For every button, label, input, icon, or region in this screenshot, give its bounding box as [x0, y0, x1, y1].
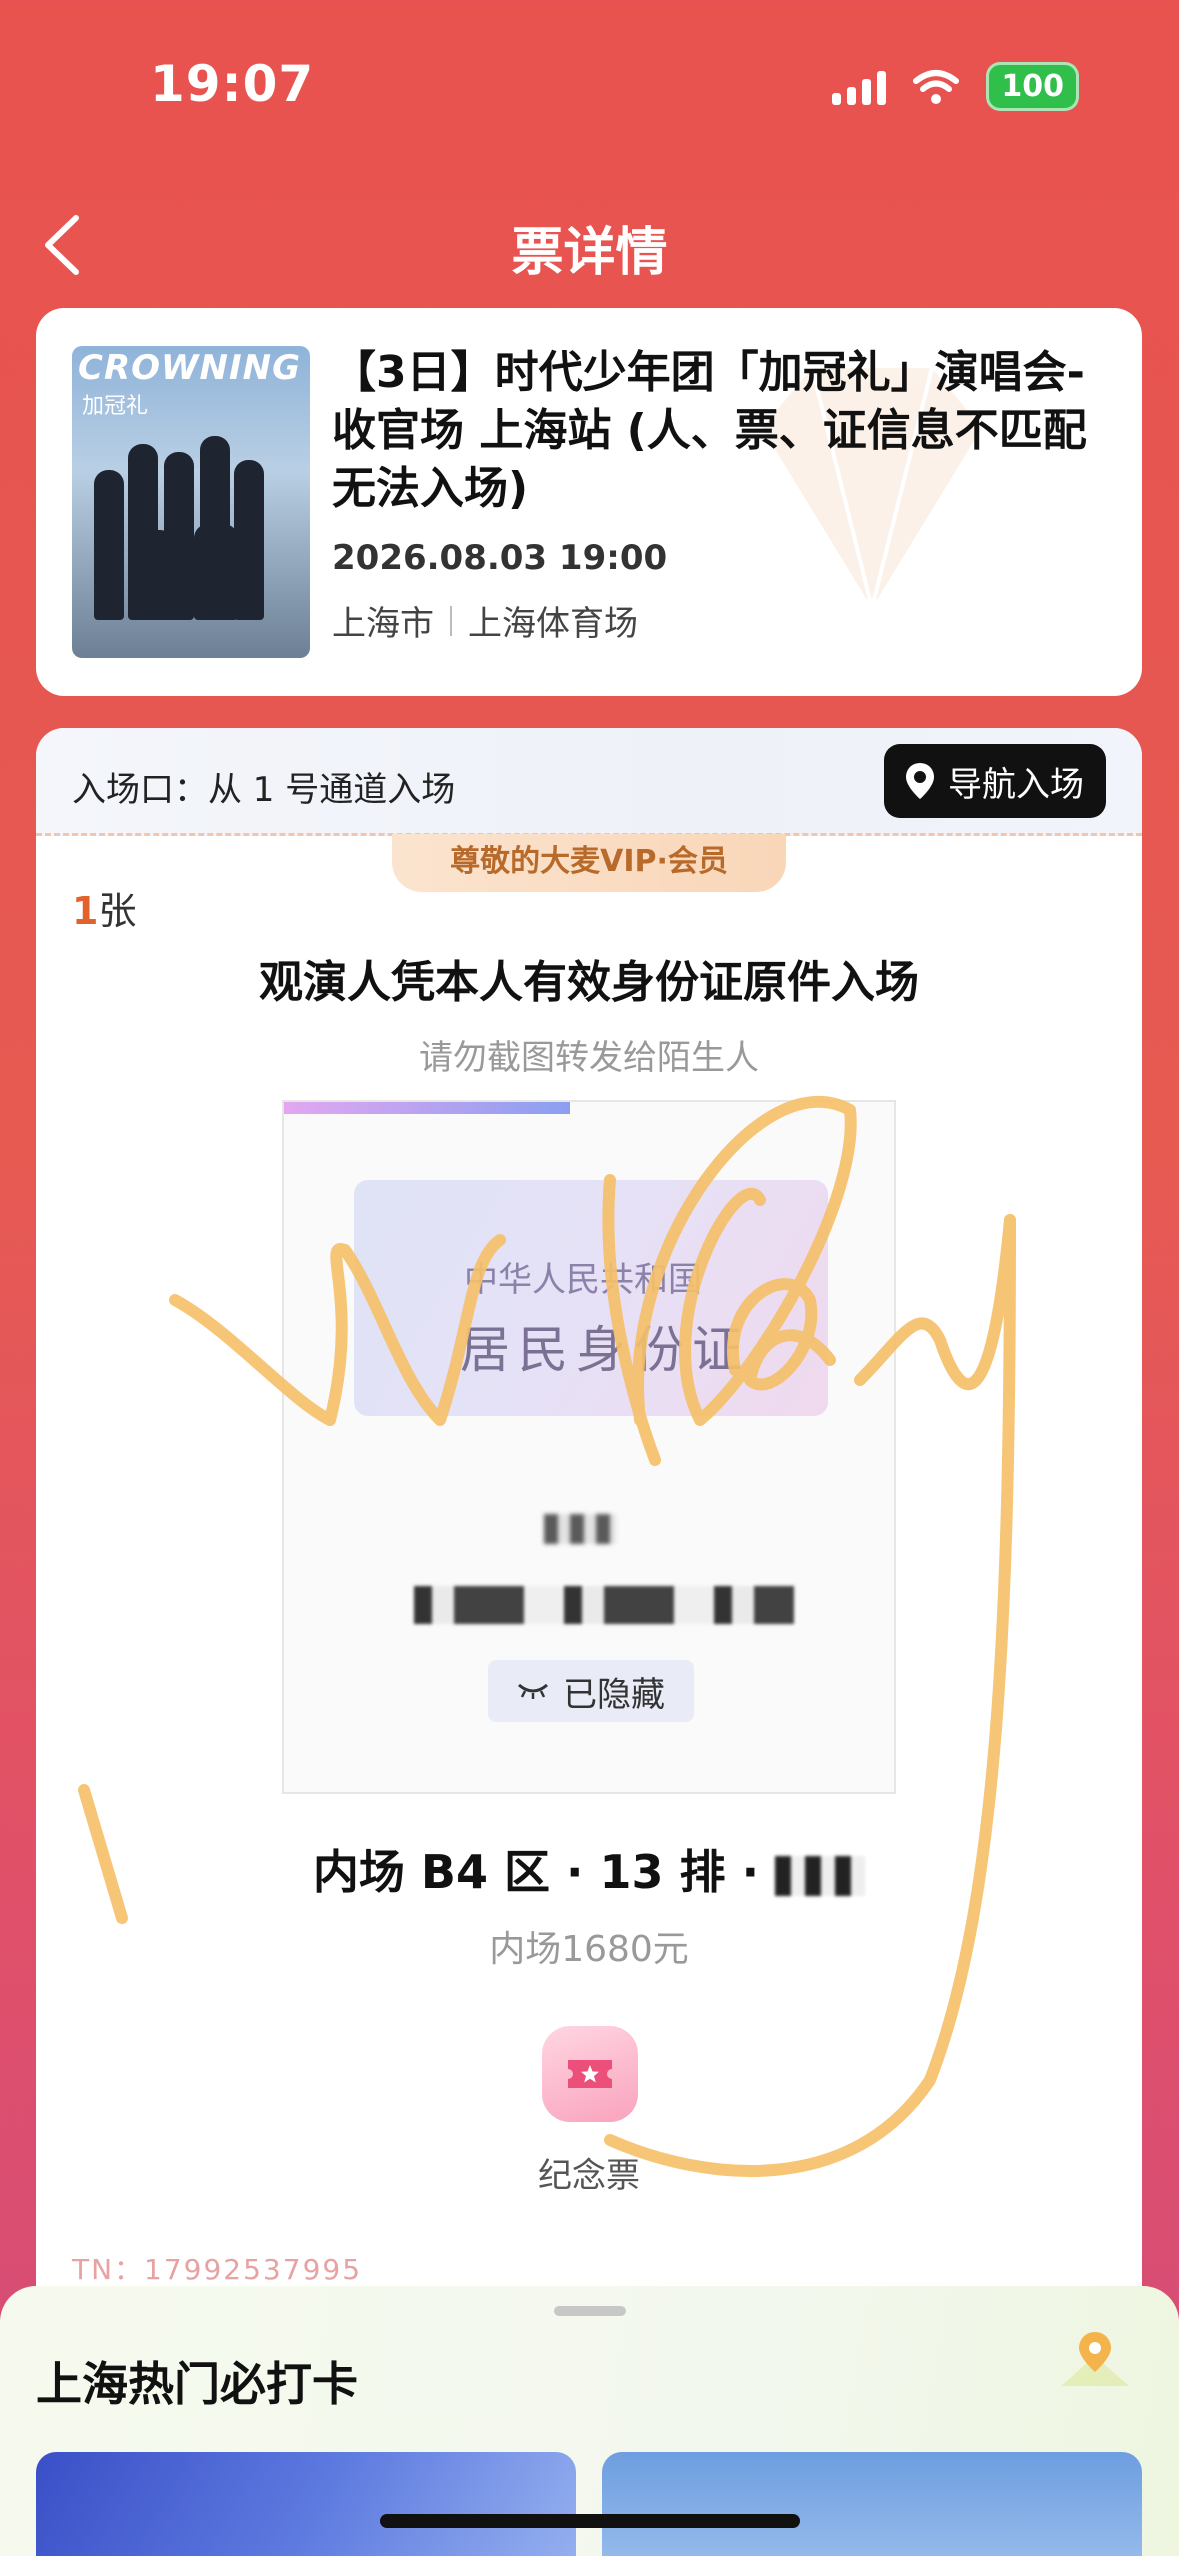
id-card-country: 中华人民共和国	[464, 1260, 702, 1300]
event-venue: 上海市 上海体育场	[332, 596, 1122, 645]
event-venue-name: 上海体育场	[468, 604, 638, 644]
ticket-count-unit: 张	[98, 889, 137, 933]
event-info: 【3日】时代少年团「加冠礼」演唱会-收官场 上海站 (人、票、证信息不匹配无法入…	[332, 344, 1122, 645]
seat-text: 内场 B4 区 · 13 排 ·	[312, 1845, 760, 1899]
masked-name	[544, 1514, 616, 1544]
location-pin-icon	[906, 763, 934, 799]
map-pin-decoration-icon	[1061, 2332, 1129, 2386]
entry-notice: 观演人凭本人有效身份证原件入场	[259, 957, 919, 1008]
masked-id-number	[414, 1586, 794, 1624]
navigate-label: 导航入场	[948, 764, 1084, 805]
status-time: 19:07	[150, 55, 315, 113]
sheet-drag-handle[interactable]	[554, 2306, 626, 2316]
ticket-count: 1张	[72, 880, 136, 935]
page-title: 票详情	[511, 223, 668, 283]
id-progress-bar	[284, 1102, 570, 1114]
poster-title: CROWNING	[78, 348, 302, 388]
poster-group-photo	[94, 420, 288, 620]
venue-divider	[450, 605, 452, 636]
id-verification-box: 中华人民共和国 居民身份证 已隐藏	[282, 1100, 896, 1794]
id-card-type: 居民身份证	[460, 1321, 750, 1379]
event-datetime: 2026.08.03 19:00	[332, 538, 668, 578]
battery-indicator: 100	[986, 62, 1079, 111]
wifi-icon	[913, 69, 960, 104]
hidden-label: 已隐藏	[563, 1674, 665, 1715]
event-poster[interactable]: CROWNING 加冠礼	[72, 346, 310, 658]
attraction-card-1[interactable]	[36, 2452, 576, 2556]
status-bar: 19:07 100	[0, 0, 1179, 180]
attraction-card-2[interactable]	[602, 2452, 1142, 2556]
home-indicator[interactable]	[380, 2514, 800, 2528]
souvenir-ticket-label: 纪念票	[538, 2156, 640, 2196]
masked-seat-number	[775, 1855, 866, 1896]
ticket-header: 入场口：从 1 号通道入场 导航入场	[36, 728, 1142, 836]
ticket-price: 内场1680元	[489, 1929, 689, 1970]
event-city: 上海市	[332, 604, 434, 644]
ticket-count-number: 1	[72, 889, 99, 933]
navigate-entrance-button[interactable]: 导航入场	[884, 744, 1106, 818]
id-card-graphic: 中华人民共和国 居民身份证	[354, 1180, 828, 1416]
poster-subtitle: 加冠礼	[82, 394, 149, 419]
vip-badge: 尊敬的大麦VIP·会员	[392, 834, 786, 892]
sheet-title: 上海热门必打卡	[36, 2357, 358, 2411]
hidden-toggle-button[interactable]: 已隐藏	[488, 1660, 694, 1722]
souvenir-ticket-button[interactable]	[542, 2026, 638, 2122]
event-card[interactable]: CROWNING 加冠礼 【3日】时代少年团「加冠礼」演唱会-收官场 上海站 (…	[36, 308, 1142, 696]
ticket-card: 入场口：从 1 号通道入场 导航入场 尊敬的大麦VIP·会员 1张 观演人凭本人…	[36, 728, 1142, 2556]
event-title: 【3日】时代少年团「加冠礼」演唱会-收官场 上海站 (人、票、证信息不匹配无法入…	[332, 347, 1087, 514]
ticket-star-icon	[568, 2060, 612, 2088]
cellular-signal-icon	[832, 69, 887, 105]
eye-closed-icon	[518, 1683, 548, 1699]
seat-info: 内场 B4 区 · 13 排 ·	[36, 1836, 1142, 1902]
entry-notice-sub: 请勿截图转发给陌生人	[419, 1038, 759, 1078]
ticket-number: TN：17992537995	[72, 2253, 363, 2286]
status-icons: 100	[832, 62, 1079, 111]
entrance-info: 入场口：从 1 号通道入场	[72, 770, 456, 810]
